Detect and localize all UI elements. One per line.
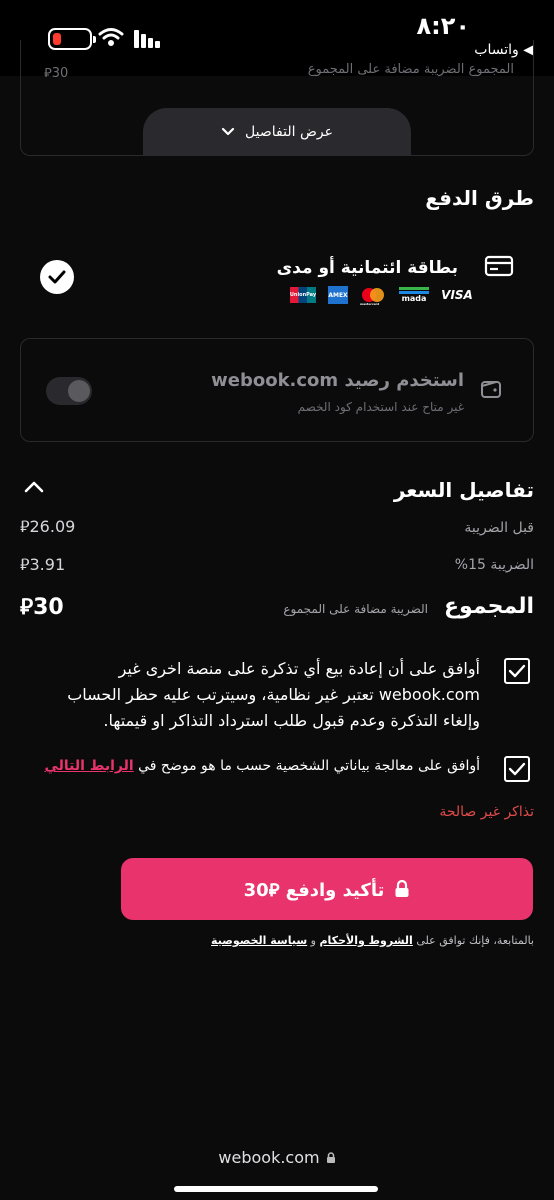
tax-label: الضريبة 15% — [454, 557, 534, 573]
credit-card-icon — [484, 255, 514, 277]
invalid-tickets-text: تذاكر غير صالحة — [439, 804, 534, 820]
checkmark-icon — [508, 762, 526, 776]
wallet-balance-label: استخدم رصيد webook.com — [211, 370, 464, 391]
unionpay-logo: UnionPay — [290, 287, 316, 303]
wallet-icon — [481, 381, 501, 398]
chevron-up-icon[interactable] — [24, 480, 44, 494]
summary-peek-text: المجموع الضريبة مضافة على المجموع — [307, 62, 514, 77]
url-text: webook.com — [218, 1148, 320, 1167]
wallet-balance-note: غير متاح عند استخدام كود الخصم — [297, 400, 464, 414]
terms-text: بالمتابعة، فإنك توافق على الشروط والأحكا… — [211, 934, 534, 947]
before-tax-amount: ⃁26.09 — [20, 517, 76, 536]
mada-logo: mada — [398, 287, 430, 303]
card-payment-label[interactable]: بطاقة ائتمانية أو مدى — [277, 258, 458, 278]
terms-prefix: بالمتابعة، فإنك توافق على — [416, 934, 534, 947]
tax-amount: ⃁3.91 — [20, 555, 66, 574]
status-time: ٨:٢٠ — [416, 12, 470, 40]
payment-methods-title: طرق الدفع — [425, 186, 534, 210]
resale-agreement-text: أوافق على أن إعادة بيع أي تذكرة على منصة… — [67, 659, 480, 730]
terms-conditions-link[interactable]: الشروط والأحكام — [319, 934, 412, 947]
card-selected-check[interactable] — [40, 260, 74, 294]
chevron-down-icon — [221, 127, 235, 136]
lock-icon — [395, 880, 409, 897]
total-label: المجموع — [444, 594, 534, 619]
summary-peek-amount: ⃁30 — [44, 66, 69, 81]
home-indicator — [174, 1186, 378, 1192]
privacy-agreement-label: أوافق على معالجة بياناتي الشخصية حسب ما … — [138, 758, 480, 774]
visa-logo: VISA — [441, 288, 473, 302]
mastercard-logo: mastercard — [360, 287, 386, 306]
lock-icon — [326, 1151, 335, 1163]
show-details-button[interactable]: عرض التفاصيل — [143, 108, 411, 156]
checkmark-icon — [508, 664, 526, 678]
address-bar[interactable]: webook.com — [0, 1148, 554, 1167]
price-details-title: تفاصيل السعر — [393, 478, 534, 502]
wallet-balance-toggle[interactable] — [46, 377, 92, 405]
show-details-label: عرض التفاصيل — [245, 124, 333, 140]
total-tax-note: الضريبة مضافة على المجموع — [283, 602, 428, 616]
card-brands: VISA mada mastercard AMEX UnionPay — [290, 286, 473, 306]
privacy-agreement-checkbox[interactable] — [504, 756, 530, 782]
privacy-link[interactable]: الرابط التالي — [45, 758, 134, 774]
confirm-pay-button[interactable]: تأكيد وادفع ⃁30 — [121, 858, 533, 920]
privacy-agreement-text: أوافق على معالجة بياناتي الشخصية حسب ما … — [40, 758, 481, 774]
terms-and: و — [310, 934, 316, 947]
before-tax-label: قبل الضريبة — [464, 520, 534, 536]
privacy-policy-link[interactable]: سياسة الخصوصية — [211, 934, 307, 947]
confirm-pay-label: تأكيد وادفع ⃁30 — [243, 879, 385, 901]
total-amount: ⃁30 — [20, 595, 64, 620]
check-icon — [48, 270, 66, 284]
resale-agreement-checkbox[interactable] — [504, 658, 530, 684]
amex-logo: AMEX — [328, 286, 348, 304]
